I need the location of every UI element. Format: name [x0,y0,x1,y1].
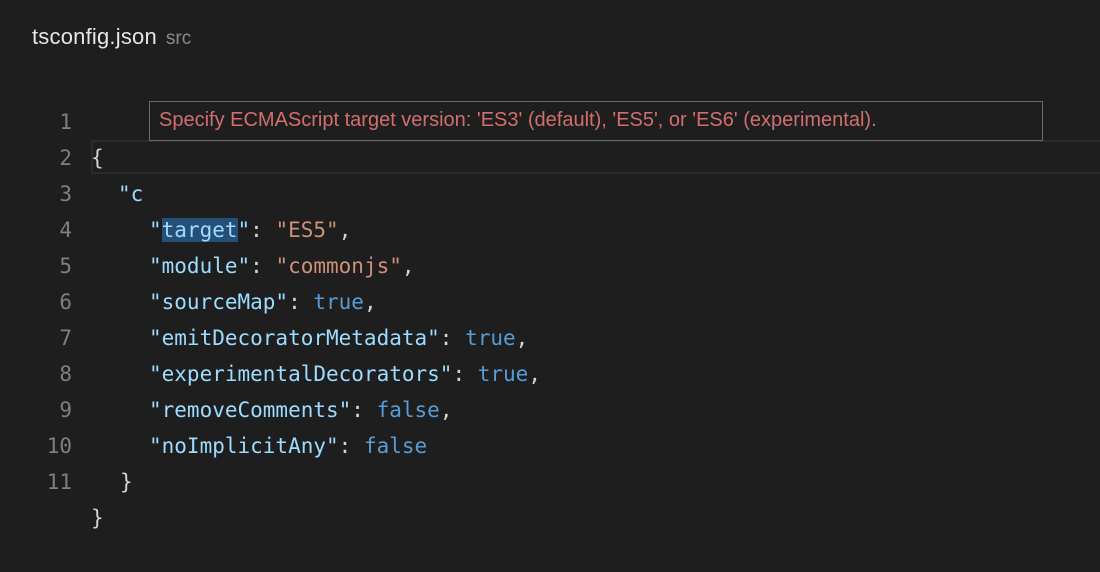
close-brace: } [120,470,133,494]
editor-tab-title[interactable]: tsconfig.json src [32,24,191,60]
code-line-4[interactable]: 4 "module": "commonjs", [0,176,1100,278]
close-brace: } [91,506,104,530]
code-line-7[interactable]: 7 "experimentalDecorators": true, [0,284,1100,386]
hover-tooltip: Specify ECMAScript target version: 'ES3'… [149,101,1043,141]
code-line-11[interactable]: 11 } [0,428,1100,530]
code-line-3[interactable]: 3 "target": "ES5", [0,140,1100,242]
code-line-1[interactable]: 1 { [0,68,1100,170]
code-line-5[interactable]: 5 "sourceMap": true, [0,212,1100,314]
code-line-8[interactable]: 8 "removeComments": false, [0,320,1100,422]
code-line-9[interactable]: 9 "noImplicitAny": false [0,356,1100,458]
tab-filename: tsconfig.json [32,24,157,49]
hover-tooltip-text: Specify ECMAScript target version: 'ES3'… [159,109,877,131]
code-line-10[interactable]: 10 } [0,392,1100,494]
code-line-6[interactable]: 6 "emitDecoratorMetadata": true, [0,248,1100,350]
line-number: 11 [46,470,72,494]
tab-folder: src [165,28,192,49]
